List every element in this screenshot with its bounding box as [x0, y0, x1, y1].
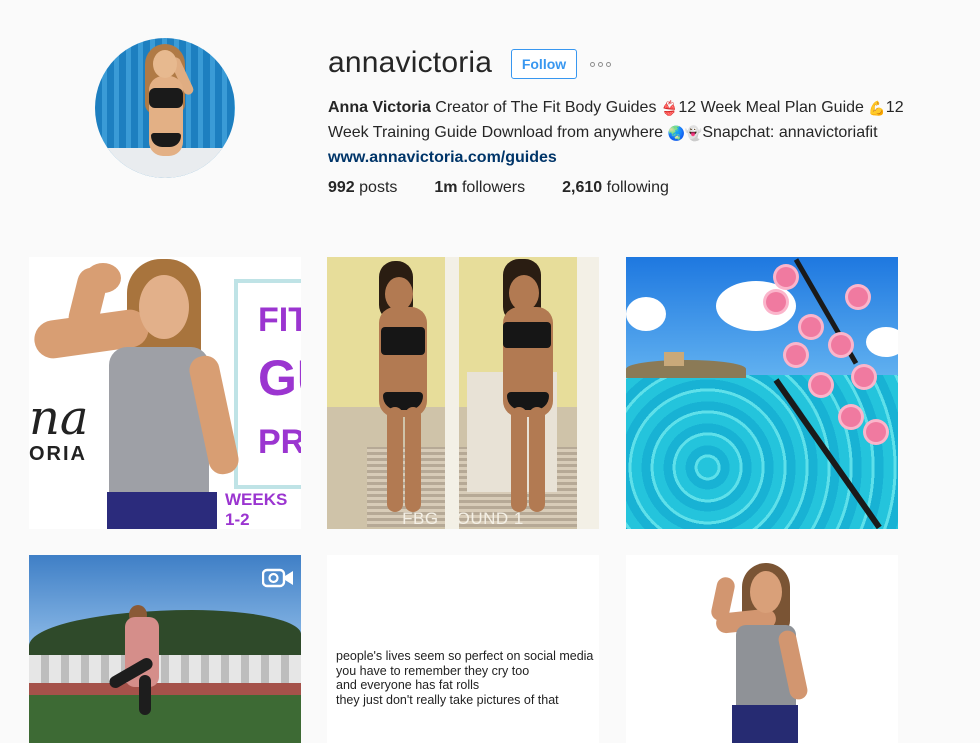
profile-bio: Anna Victoria Creator of The Fit Body Gu…: [328, 96, 908, 169]
post-thumbnail-stadium-video[interactable]: [29, 555, 301, 743]
profile-avatar: [95, 38, 235, 178]
post-thumbnail-beach-blossoms[interactable]: [626, 257, 898, 529]
video-camera-icon: [262, 568, 293, 588]
post-thumbnail-flex-pose[interactable]: [626, 555, 898, 743]
profile-full-name: Anna Victoria: [328, 99, 431, 116]
guide-weeks-text: WEEKS 1-2: [225, 490, 288, 529]
quote-line: people's lives seem so perfect on social…: [336, 649, 594, 663]
posts-stat: 992 posts: [328, 178, 397, 198]
guide-title-text: GU: [258, 350, 301, 406]
bio-text: Snapchat: annavictoriafit: [702, 124, 878, 141]
ghost-emoji-icon: 👻: [684, 126, 703, 142]
post-thumbnail-quote[interactable]: people's lives seem so perfect on social…: [327, 555, 599, 743]
following-label: following: [606, 179, 669, 196]
follow-button[interactable]: Follow: [511, 49, 577, 79]
guide-title-text: FIT: [258, 301, 301, 339]
post-thumbnail-fbg-round-1[interactable]: FBG ROUND 1: [327, 257, 599, 529]
logo-text: ORIA: [29, 443, 87, 465]
quote-text: people's lives seem so perfect on social…: [336, 649, 593, 707]
quote-line: they just don't really take pictures of …: [336, 692, 559, 707]
bio-text: Creator of The Fit Body Guides: [435, 99, 661, 116]
profile-website-link[interactable]: www.annavictoria.com/guides: [328, 146, 908, 169]
logo-text: na: [29, 390, 89, 446]
profile-username: annavictoria: [328, 46, 493, 79]
muscle-emoji-icon: 💪: [868, 101, 886, 117]
posts-count: 992: [328, 179, 355, 196]
followers-count: 1m: [434, 179, 458, 196]
following-count: 2,610: [562, 179, 603, 196]
more-options-icon[interactable]: [590, 58, 616, 70]
bio-text: 12 Week Meal Plan Guide: [678, 99, 869, 116]
profile-stats: 992 posts 1m followers 2,610 following: [328, 178, 706, 198]
posts-label: posts: [359, 179, 398, 196]
guide-title-text: PRE: [258, 423, 301, 461]
post-caption-overlay: FBG ROUND 1: [402, 509, 524, 528]
following-stat[interactable]: 2,610 following: [562, 178, 669, 198]
globe-emoji-icon: 🌏: [667, 126, 685, 142]
bikini-emoji-icon: 👙: [660, 101, 679, 117]
quote-line: you have to remember they cry too: [336, 663, 530, 678]
post-thumbnail-fit-guide[interactable]: na ORIA FIT GU PRE WEEKS 1-2: [29, 257, 301, 529]
quote-line: and everyone has fat rolls: [336, 678, 480, 692]
followers-label: followers: [461, 179, 526, 196]
followers-stat[interactable]: 1m followers: [434, 178, 525, 198]
